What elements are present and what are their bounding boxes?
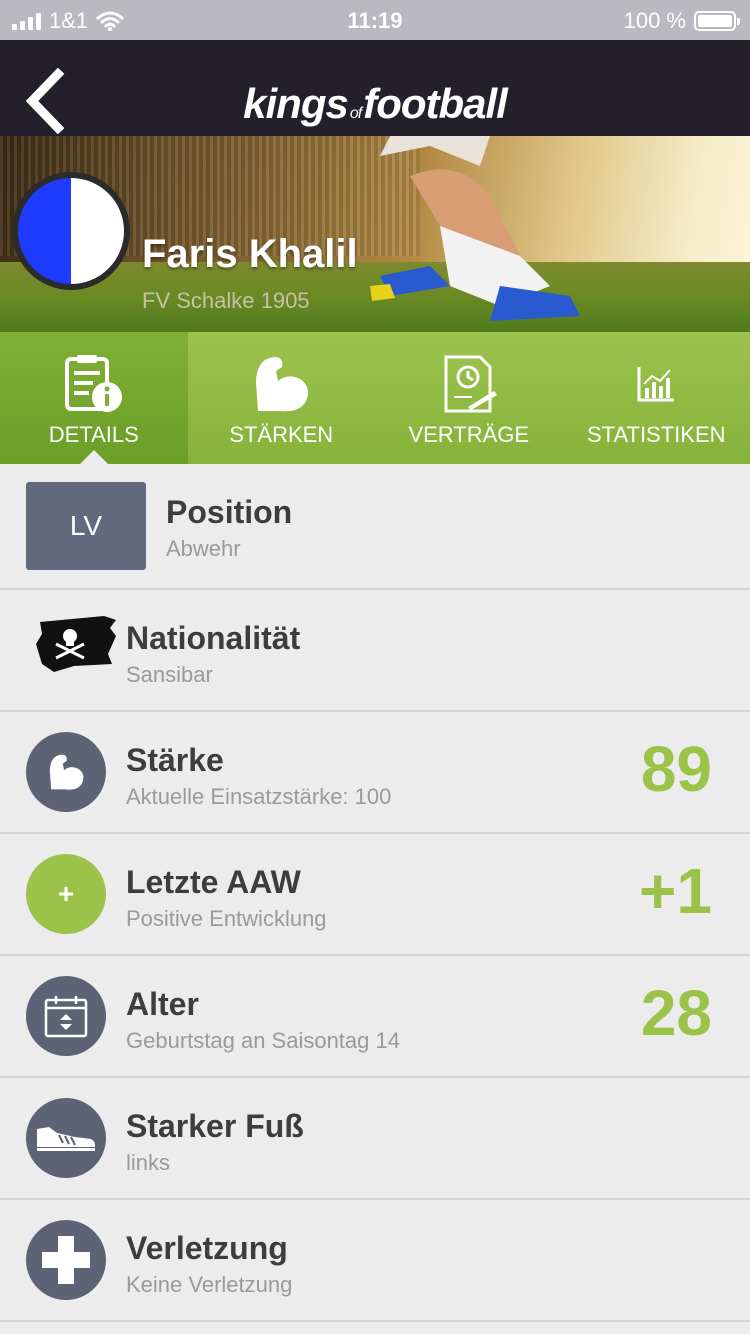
aaw-value: +1 xyxy=(639,855,712,927)
calendar-icon xyxy=(44,996,88,1038)
app-logo: kings offootball xyxy=(243,80,508,127)
list-item-age[interactable]: Alter Geburtstag an Saisontag 14 28 xyxy=(0,956,750,1078)
row-title: Letzte AAW xyxy=(126,864,301,900)
tab-details[interactable]: DETAILS xyxy=(0,332,188,464)
document-info-icon xyxy=(64,355,122,412)
plus-icon-circle: + xyxy=(26,854,106,934)
tab-statistiken-label: STATISTIKEN xyxy=(586,422,726,447)
row-title: Stärke xyxy=(126,742,224,778)
celebrating-player-image xyxy=(370,136,580,321)
bicep-icon xyxy=(49,754,84,790)
tab-staerken-label: STÄRKEN xyxy=(229,422,334,447)
row-title: Alter xyxy=(126,986,199,1022)
chart-icon xyxy=(637,367,675,402)
age-value: 28 xyxy=(640,977,712,1049)
shoe-icon xyxy=(37,1127,95,1151)
tab-bar: DETAILS STÄRKEN VERTRÄGE STATISTIKEN xyxy=(0,332,750,464)
list-item-strength[interactable]: Stärke Aktuelle Einsatzstärke: 100 89 xyxy=(0,712,750,834)
contract-icon xyxy=(444,355,497,413)
shoe-icon-circle xyxy=(26,1098,106,1178)
row-title: Verletzung xyxy=(126,1230,288,1266)
nav-bar: kings offootball xyxy=(0,40,750,136)
club-badge xyxy=(12,172,130,290)
pirate-flag-icon xyxy=(36,616,116,672)
list-item-last-aaw[interactable]: + Letzte AAW Positive Entwicklung +1 xyxy=(0,834,750,956)
list-item-position[interactable]: LV Position Abwehr xyxy=(0,464,750,590)
medical-cross-icon xyxy=(42,1236,90,1284)
battery-percent: 100 % xyxy=(623,8,686,33)
player-club[interactable]: FV Schalke 1905 xyxy=(142,288,310,314)
plus-icon: + xyxy=(57,878,75,909)
row-title: Nationalität xyxy=(126,620,301,656)
row-subtitle: Geburtstag an Saisontag 14 xyxy=(126,1028,400,1053)
calendar-icon-circle xyxy=(26,976,106,1056)
tab-vertraege[interactable]: VERTRÄGE xyxy=(375,332,563,464)
position-badge: LV xyxy=(26,482,146,570)
list-item-strong-foot[interactable]: Starker Fuß links xyxy=(0,1078,750,1200)
row-subtitle: Abwehr xyxy=(166,536,241,561)
strength-value: 89 xyxy=(640,733,712,805)
tab-details-label: DETAILS xyxy=(48,422,139,447)
bicep-icon xyxy=(256,357,309,412)
row-subtitle: Sansibar xyxy=(126,662,213,687)
tab-staerken[interactable]: STÄRKEN xyxy=(188,332,376,464)
row-subtitle: Keine Verletzung xyxy=(126,1272,293,1297)
row-subtitle: Aktuelle Einsatzstärke: 100 xyxy=(126,784,392,809)
strength-icon-circle xyxy=(26,732,106,812)
tab-vertraege-label: VERTRÄGE xyxy=(408,422,530,447)
battery-icon xyxy=(694,11,740,31)
medical-icon-circle xyxy=(26,1220,106,1300)
row-subtitle: links xyxy=(126,1150,171,1175)
row-title: Position xyxy=(166,494,293,530)
player-name: Faris Khalil xyxy=(142,232,358,276)
player-details-list: LV Position Abwehr Nationalität Sansibar… xyxy=(0,464,750,1322)
tab-statistiken[interactable]: STATISTIKEN xyxy=(563,332,750,464)
row-title: Starker Fuß xyxy=(126,1108,304,1144)
row-subtitle: Positive Entwicklung xyxy=(126,906,327,931)
status-bar: 1&1 11:19 100 % xyxy=(0,0,750,40)
list-item-nationality[interactable]: Nationalität Sansibar xyxy=(0,590,750,712)
list-item-injury[interactable]: Verletzung Keine Verletzung xyxy=(0,1200,750,1322)
